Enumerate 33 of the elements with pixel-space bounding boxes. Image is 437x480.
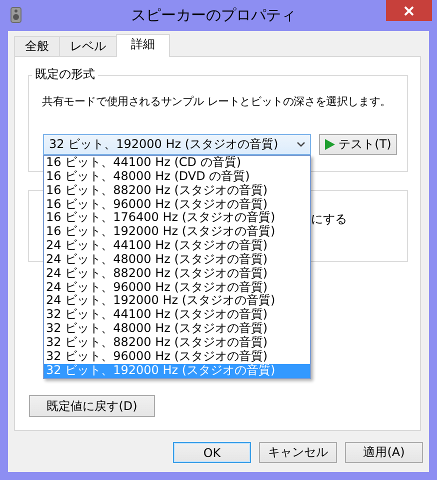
- dropdown-option[interactable]: 24 ビット、192000 Hz (スタジオの音質): [44, 294, 310, 308]
- play-icon: [324, 139, 335, 150]
- dropdown-option[interactable]: 16 ビット、176400 Hz (スタジオの音質): [44, 211, 310, 226]
- dropdown-option[interactable]: 24 ビット、44100 Hz (スタジオの音質): [44, 239, 310, 253]
- restore-defaults-button[interactable]: 既定値に戻す(D): [29, 395, 155, 417]
- dropdown-option[interactable]: 32 ビット、96000 Hz (スタジオの音質): [44, 350, 310, 364]
- dialog-button[interactable]: キャンセル: [259, 442, 337, 463]
- dropdown-option[interactable]: 16 ビット、96000 Hz (スタジオの音質): [44, 198, 310, 212]
- dropdown-option[interactable]: 16 ビット、192000 Hz (スタジオの音質): [44, 225, 310, 240]
- window-title: スピーカーのプロパティ: [130, 6, 297, 24]
- chevron-down-icon: [297, 142, 305, 147]
- test-button[interactable]: テスト(T): [319, 134, 397, 155]
- dropdown-option[interactable]: 32 ビット、44100 Hz (スタジオの音質): [44, 308, 310, 322]
- close-icon: [404, 6, 414, 16]
- format-dropdown[interactable]: 32 ビット、192000 Hz (スタジオの音質): [43, 134, 311, 155]
- dropdown-option[interactable]: 32 ビット、48000 Hz (スタジオの音質): [44, 322, 310, 336]
- option-text: にする: [311, 211, 347, 228]
- dropdown-option[interactable]: 16 ビット、48000 Hz (DVD の音質): [44, 170, 310, 184]
- dialog-button[interactable]: OK: [173, 442, 251, 463]
- group-title: 既定の形式: [32, 67, 98, 82]
- dropdown-option[interactable]: 24 ビット、48000 Hz (スタジオの音質): [44, 252, 310, 267]
- tab[interactable]: 全般: [14, 36, 60, 56]
- dialog-button[interactable]: 適用(A): [345, 442, 423, 463]
- dropdown-option[interactable]: 32 ビット、88200 Hz (スタジオの音質): [44, 336, 310, 350]
- description-text: 共有モードで使用されるサンプル レートとビットの深さを選択します。: [42, 94, 391, 109]
- speaker-icon: [10, 7, 22, 23]
- dropdown-option[interactable]: 24 ビット、88200 Hz (スタジオの音質): [44, 266, 310, 281]
- tab[interactable]: 詳細: [116, 34, 170, 57]
- dropdown-option[interactable]: 16 ビット、88200 Hz (スタジオの音質): [44, 184, 310, 198]
- close-button[interactable]: [386, 0, 432, 21]
- tab[interactable]: レベル: [59, 36, 117, 56]
- dropdown-option[interactable]: 16 ビット、44100 Hz (CD の音質): [44, 156, 310, 170]
- dropdown-option[interactable]: 24 ビット、96000 Hz (スタジオの音質): [44, 280, 310, 294]
